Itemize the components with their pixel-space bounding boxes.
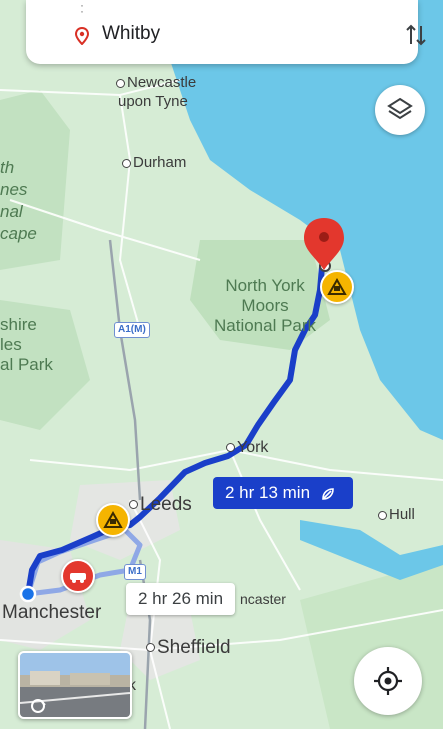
map-label-leeds: Leeds [129,494,192,516]
crosshair-icon [374,667,402,695]
map-label-north-york-moors: North York Moors National Park [214,276,317,335]
map-label-sheffield: Sheffield [146,637,231,659]
roadworks-icon[interactable] [96,503,130,537]
route-dots: · · [80,0,84,18]
layers-icon [387,97,413,120]
swap-icon[interactable] [404,22,428,48]
destination-field[interactable]: Whitby [102,23,160,45]
destination-pin-icon [74,27,90,45]
map-label-park-left-top: th nes nal cape [0,158,37,243]
layers-button[interactable] [375,85,425,135]
roadworks-icon[interactable] [320,270,354,304]
road-badge-a1m: A1(M) [114,322,150,338]
road-badge-m1: M1 [124,564,146,580]
map-label-manchester: Manchester [2,602,102,623]
street-view-thumbnail[interactable] [18,651,132,719]
map-label-doncaster: ncaster [240,591,286,607]
leaf-icon [321,487,334,500]
map-label-hull: Hull [378,506,415,523]
map-label-newcastle: Newcastle upon Tyne [116,74,197,110]
directions-card: · · Whitby [26,0,426,64]
route-time-primary[interactable]: 2 hr 13 min [213,477,353,509]
map-label-york: York [226,439,268,457]
map-label-park-left-bottom: shire les al Park [0,315,53,374]
map-label-durham: Durham [122,154,186,171]
route-time-alternative[interactable]: 2 hr 26 min [126,583,236,615]
crash-icon[interactable] [61,559,95,593]
my-location-button[interactable] [354,647,422,715]
